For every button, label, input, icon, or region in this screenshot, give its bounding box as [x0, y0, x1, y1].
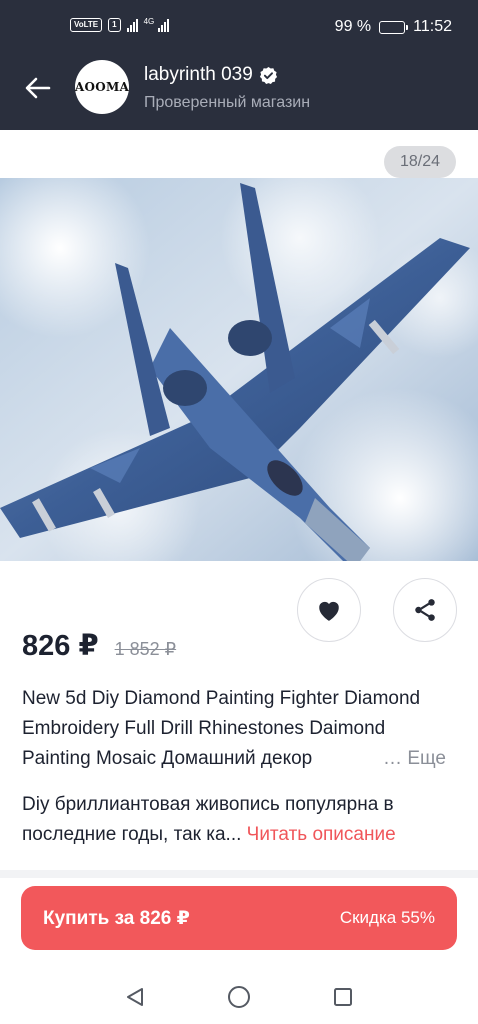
triangle-back-icon	[127, 988, 143, 1006]
share-button[interactable]	[393, 578, 457, 642]
nav-home-button[interactable]	[226, 984, 252, 1010]
status-bar: VoLTE 1 4G 99 % 11:52	[0, 0, 478, 54]
status-right: 99 % 11:52	[335, 18, 452, 36]
shop-name-row[interactable]: labyrinth 039	[144, 64, 278, 86]
image-counter: 18/24	[384, 146, 456, 178]
store-avatar[interactable]: AOOMA	[75, 60, 129, 114]
buy-button[interactable]: Купить за 826 ₽ Скидка 55%	[21, 886, 457, 950]
signal-icon	[126, 18, 138, 32]
price-row: 826 ₽ 1 852 ₽	[22, 628, 176, 663]
shop-name[interactable]: labyrinth 039	[144, 64, 253, 86]
network-type: 4G	[143, 17, 155, 26]
square-recents-icon	[334, 988, 352, 1006]
read-description-link[interactable]: Читать описание	[247, 824, 396, 845]
nav-back-button[interactable]	[122, 984, 148, 1010]
verified-check-icon	[259, 66, 278, 85]
buy-label[interactable]: Купить за 826 ₽	[43, 907, 190, 930]
battery-percent: 99 %	[334, 18, 372, 35]
divider	[0, 870, 478, 878]
nav-recents-button[interactable]	[330, 984, 356, 1010]
old-price: 1 852 ₽	[114, 639, 177, 659]
system-nav-bar	[0, 970, 478, 1024]
back-button[interactable]	[18, 72, 58, 104]
circle-home-icon	[228, 986, 250, 1008]
more-label[interactable]: Еще	[407, 748, 446, 769]
clock: 11:52	[413, 18, 452, 35]
heart-icon	[319, 601, 339, 621]
store-header: AOOMA labyrinth 039 Проверенный магазин	[0, 54, 478, 130]
favorite-button[interactable]	[297, 578, 361, 642]
shop-subtitle: Проверенный магазин	[144, 94, 311, 111]
product-description: Diy бриллиантовая живопись популярна в п…	[22, 790, 458, 850]
share-icon	[415, 599, 435, 621]
product-image[interactable]	[0, 178, 478, 561]
battery-icon	[379, 20, 409, 34]
volte-badge: VoLTE	[70, 18, 103, 32]
signal-icon-2	[158, 18, 170, 32]
more-link[interactable]: … Еще	[377, 744, 446, 774]
sim-badge: 1	[108, 18, 121, 32]
discount-label[interactable]: Скидка 55%	[340, 908, 435, 928]
status-left: VoLTE 1 4G	[70, 17, 170, 32]
top-bar: VoLTE 1 4G 99 % 11:52 AOOMA labyrinth 03…	[0, 0, 478, 130]
current-price: 826 ₽	[22, 630, 99, 662]
arrow-left-icon	[25, 77, 51, 99]
product-title: New 5d Diy Diamond Painting Fighter Diam…	[22, 684, 458, 774]
